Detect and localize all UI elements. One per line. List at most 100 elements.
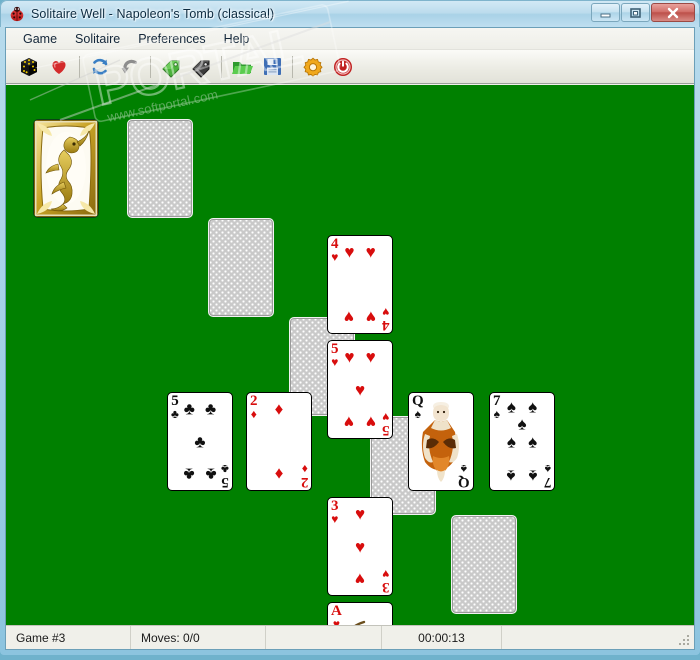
card-pips: ♠ ♠ ♠ ♠ ♠ ♠ ♠ bbox=[503, 397, 541, 486]
hearts-icon: ♥ bbox=[331, 249, 339, 264]
options-gear-icon[interactable] bbox=[298, 52, 328, 82]
spades-icon: ♠ bbox=[544, 462, 551, 477]
hearts-icon: ♥ bbox=[344, 242, 355, 262]
card-2-diamonds[interactable]: 2 ♦ 2 ♦ ♦ ♦ bbox=[246, 392, 312, 491]
spades-icon: ♠ bbox=[517, 414, 527, 434]
spades-icon: ♠ bbox=[528, 466, 538, 486]
court-figure-art bbox=[415, 401, 467, 482]
diamonds-icon: ♦ bbox=[250, 406, 257, 421]
spades-icon: ♠ bbox=[528, 397, 538, 417]
hearts-icon: ♥ bbox=[354, 537, 366, 556]
title-bar: Solitaire Well - Napoleon's Tomb (classi… bbox=[0, 0, 700, 27]
status-bar: Game #3 Moves: 0/0 00:00:13 bbox=[6, 625, 694, 649]
restart-icon[interactable] bbox=[85, 52, 115, 82]
clubs-icon: ♣ bbox=[221, 462, 229, 477]
card-pips: ♥ ♥ ♥ ♥ bbox=[341, 240, 379, 329]
status-spacer bbox=[266, 626, 382, 649]
status-time: 00:00:13 bbox=[382, 626, 502, 649]
hearts-icon: ♥ bbox=[381, 305, 389, 320]
card-5-clubs[interactable]: 5 ♣ 5 ♣ ♣ ♣ ♣ ♣ ♣ bbox=[167, 392, 233, 491]
spades-icon: ♠ bbox=[493, 406, 500, 421]
card-pips: ♥ ♥ ♥ ♥ ♥ bbox=[341, 345, 379, 434]
card-index-top: 3 ♥ bbox=[331, 499, 339, 526]
hearts-icon: ♥ bbox=[344, 347, 355, 367]
status-game: Game #3 bbox=[6, 626, 131, 649]
menu-item-help[interactable]: Help bbox=[215, 30, 259, 48]
hearts-icon: ♥ bbox=[344, 307, 355, 327]
resize-grip[interactable] bbox=[677, 633, 691, 647]
hearts-icon: ♥ bbox=[354, 569, 366, 589]
save-icon[interactable] bbox=[257, 52, 287, 82]
open-folder-icon[interactable] bbox=[227, 52, 257, 82]
clubs-icon: ♣ bbox=[183, 399, 195, 419]
card-index-bottom: 3 ♥ bbox=[381, 567, 390, 595]
card-rank: 7 bbox=[543, 474, 552, 490]
card-index-top: 5 ♥ bbox=[331, 342, 339, 369]
tag-dark-icon[interactable] bbox=[186, 52, 216, 82]
card-3-hearts[interactable]: 3 ♥ 3 ♥ ♥ ♥ ♥ bbox=[327, 497, 393, 596]
menu-bar: Game Solitaire Preferences Help bbox=[6, 28, 694, 50]
card-5-hearts[interactable]: 5 ♥ 5 ♥ ♥ ♥ ♥ ♥ ♥ bbox=[327, 340, 393, 439]
card-pips: ♦ ♦ bbox=[260, 397, 298, 486]
window-controls bbox=[591, 3, 695, 22]
card-rank: 5 bbox=[221, 474, 229, 490]
foundation-slot-1[interactable] bbox=[127, 119, 193, 218]
game-board[interactable]: ♣ ♦ ♥ ♠ A ♣ ♦ ♥ ♠ K ♣ ♦ ♥ ♠ K bbox=[6, 85, 694, 626]
tool-bar bbox=[6, 50, 694, 84]
hearts-icon: ♥ bbox=[344, 412, 355, 432]
tag-green-icon[interactable] bbox=[156, 52, 186, 82]
menu-item-game[interactable]: Game bbox=[14, 30, 66, 48]
diamonds-icon: ♦ bbox=[274, 399, 284, 419]
maximize-button[interactable] bbox=[621, 3, 650, 22]
card-rank: 2 bbox=[300, 474, 309, 490]
ace-ornament-art bbox=[334, 611, 386, 626]
card-index-top: 7 ♠ bbox=[493, 394, 501, 421]
toolbar-separator bbox=[221, 55, 222, 78]
ladybug-icon bbox=[8, 5, 26, 23]
toolbar-separator bbox=[79, 55, 80, 78]
clubs-icon: ♣ bbox=[183, 464, 195, 484]
hearts-icon: ♥ bbox=[365, 347, 376, 367]
hearts-icon: ♥ bbox=[365, 307, 376, 327]
stock-pile[interactable] bbox=[33, 119, 99, 218]
window-title: Solitaire Well - Napoleon's Tomb (classi… bbox=[31, 7, 275, 21]
clubs-icon: ♣ bbox=[194, 432, 206, 451]
menu-item-solitaire[interactable]: Solitaire bbox=[66, 30, 129, 48]
diamonds-icon: ♦ bbox=[274, 464, 284, 484]
hearts-icon: ♥ bbox=[354, 380, 366, 399]
card-index-top: 4 ♥ bbox=[331, 237, 339, 264]
hearts-icon: ♥ bbox=[331, 354, 339, 369]
card-rank: 5 bbox=[381, 422, 390, 438]
undo-icon[interactable] bbox=[115, 52, 145, 82]
hearts-icon: ♥ bbox=[331, 511, 339, 526]
card-pips: ♣ ♣ ♣ ♣ ♣ bbox=[181, 397, 219, 486]
close-button[interactable] bbox=[651, 3, 695, 22]
card-index-bottom: 2 ♦ bbox=[300, 462, 309, 490]
foundation-slot-5[interactable] bbox=[451, 515, 517, 614]
hearts-icon: ♥ bbox=[381, 567, 389, 582]
exit-power-icon[interactable] bbox=[328, 52, 358, 82]
menu-item-preferences[interactable]: Preferences bbox=[129, 30, 214, 48]
card-4-hearts[interactable]: 4 ♥ 4 ♥ ♥ ♥ ♥ ♥ bbox=[327, 235, 393, 334]
spades-icon: ♠ bbox=[506, 397, 516, 417]
card-index-bottom: 4 ♥ bbox=[381, 305, 390, 333]
card-index-top: 5 ♣ bbox=[171, 394, 179, 420]
hearts-icon: ♥ bbox=[365, 242, 376, 262]
hearts-icon: ♥ bbox=[381, 410, 389, 425]
card-pips: ♥ ♥ ♥ bbox=[341, 502, 379, 591]
toolbar-separator bbox=[150, 55, 151, 78]
clubs-icon: ♣ bbox=[205, 399, 217, 419]
status-extra bbox=[502, 626, 694, 649]
spades-icon: ♠ bbox=[506, 432, 516, 451]
client-area: Game Solitaire Preferences Help 4 ♥ 4 ♥ … bbox=[5, 27, 695, 650]
status-moves: Moves: 0/0 bbox=[131, 626, 266, 649]
card-ace-hearts[interactable]: A ♥ A ♥ bbox=[327, 602, 393, 626]
toolbar-separator bbox=[292, 55, 293, 78]
card-queen-spades[interactable]: Q ♠ Q ♠ bbox=[408, 392, 474, 491]
card-7-spades[interactable]: 7 ♠ 7 ♠ ♠ ♠ ♠ ♠ ♠ ♠ ♠ bbox=[489, 392, 555, 491]
new-game-dice-icon[interactable] bbox=[14, 52, 44, 82]
favorite-heart-icon[interactable] bbox=[44, 52, 74, 82]
minimize-button[interactable] bbox=[591, 3, 620, 22]
foundation-slot-2[interactable] bbox=[208, 218, 274, 317]
card-rank: 3 bbox=[381, 579, 390, 595]
